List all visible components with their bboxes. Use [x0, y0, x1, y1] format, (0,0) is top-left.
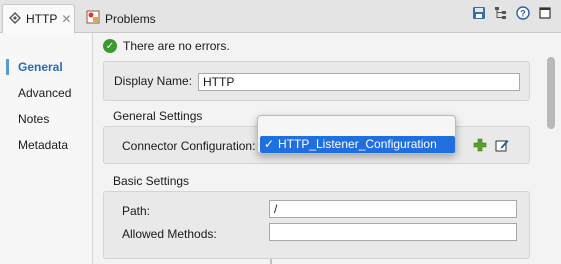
allowed-methods-label: Allowed Methods:	[122, 227, 217, 241]
edit-config-icon[interactable]	[494, 137, 510, 153]
editor-tab-bar: HTTP ✕ Problems ?	[0, 0, 561, 33]
scroll-thumb[interactable]	[547, 57, 555, 129]
display-name-label: Display Name:	[114, 74, 193, 88]
help-icon[interactable]: ?	[515, 5, 531, 21]
close-icon[interactable]: ✕	[61, 12, 71, 26]
nav-item-metadata[interactable]: Metadata	[0, 135, 92, 155]
restore-window-icon[interactable]	[537, 5, 553, 21]
display-name-input[interactable]: HTTP	[198, 73, 520, 91]
connector-config-label: Connector Configuration:	[122, 139, 256, 153]
add-config-icon[interactable]	[472, 137, 488, 153]
problems-icon	[86, 10, 100, 27]
properties-nav: General Advanced Notes Metadata	[0, 33, 93, 264]
tab-http[interactable]: HTTP ✕	[2, 4, 75, 33]
status-text: There are no errors.	[123, 39, 230, 53]
basic-settings-panel: Path: / Allowed Methods:	[103, 191, 530, 259]
save-icon[interactable]	[471, 5, 487, 21]
path-input[interactable]: /	[269, 200, 517, 218]
splitter-handle[interactable]	[270, 259, 272, 264]
basic-settings-title: Basic Settings	[113, 174, 190, 188]
path-label: Path:	[122, 204, 151, 218]
allowed-methods-input[interactable]	[269, 223, 517, 241]
success-check-icon: ✓	[103, 39, 117, 53]
tree-icon[interactable]	[493, 5, 509, 21]
tab-label: Problems	[105, 11, 156, 26]
svg-text:?: ?	[520, 9, 526, 19]
nav-item-advanced[interactable]: Advanced	[0, 83, 92, 103]
tab-label: HTTP	[26, 12, 58, 26]
dropdown-option-selected[interactable]: ✓ HTTP_Listener_Configuration	[260, 136, 455, 153]
nav-item-general[interactable]: General	[0, 57, 92, 77]
http-connector-icon	[9, 11, 21, 27]
status-message: ✓ There are no errors.	[103, 38, 230, 54]
view-toolbar: ?	[471, 5, 553, 21]
vertical-scrollbar[interactable]	[547, 55, 555, 260]
display-name-panel: Display Name: HTTP	[103, 61, 530, 101]
general-settings-title: General Settings	[113, 109, 203, 123]
checkmark-icon: ✓	[264, 137, 275, 151]
nav-item-notes[interactable]: Notes	[0, 109, 92, 129]
connector-config-dropdown[interactable]: ✓ HTTP_Listener_Configuration	[257, 115, 456, 154]
dropdown-option-label: HTTP_Listener_Configuration	[278, 137, 437, 151]
tab-problems[interactable]: Problems	[80, 4, 160, 33]
